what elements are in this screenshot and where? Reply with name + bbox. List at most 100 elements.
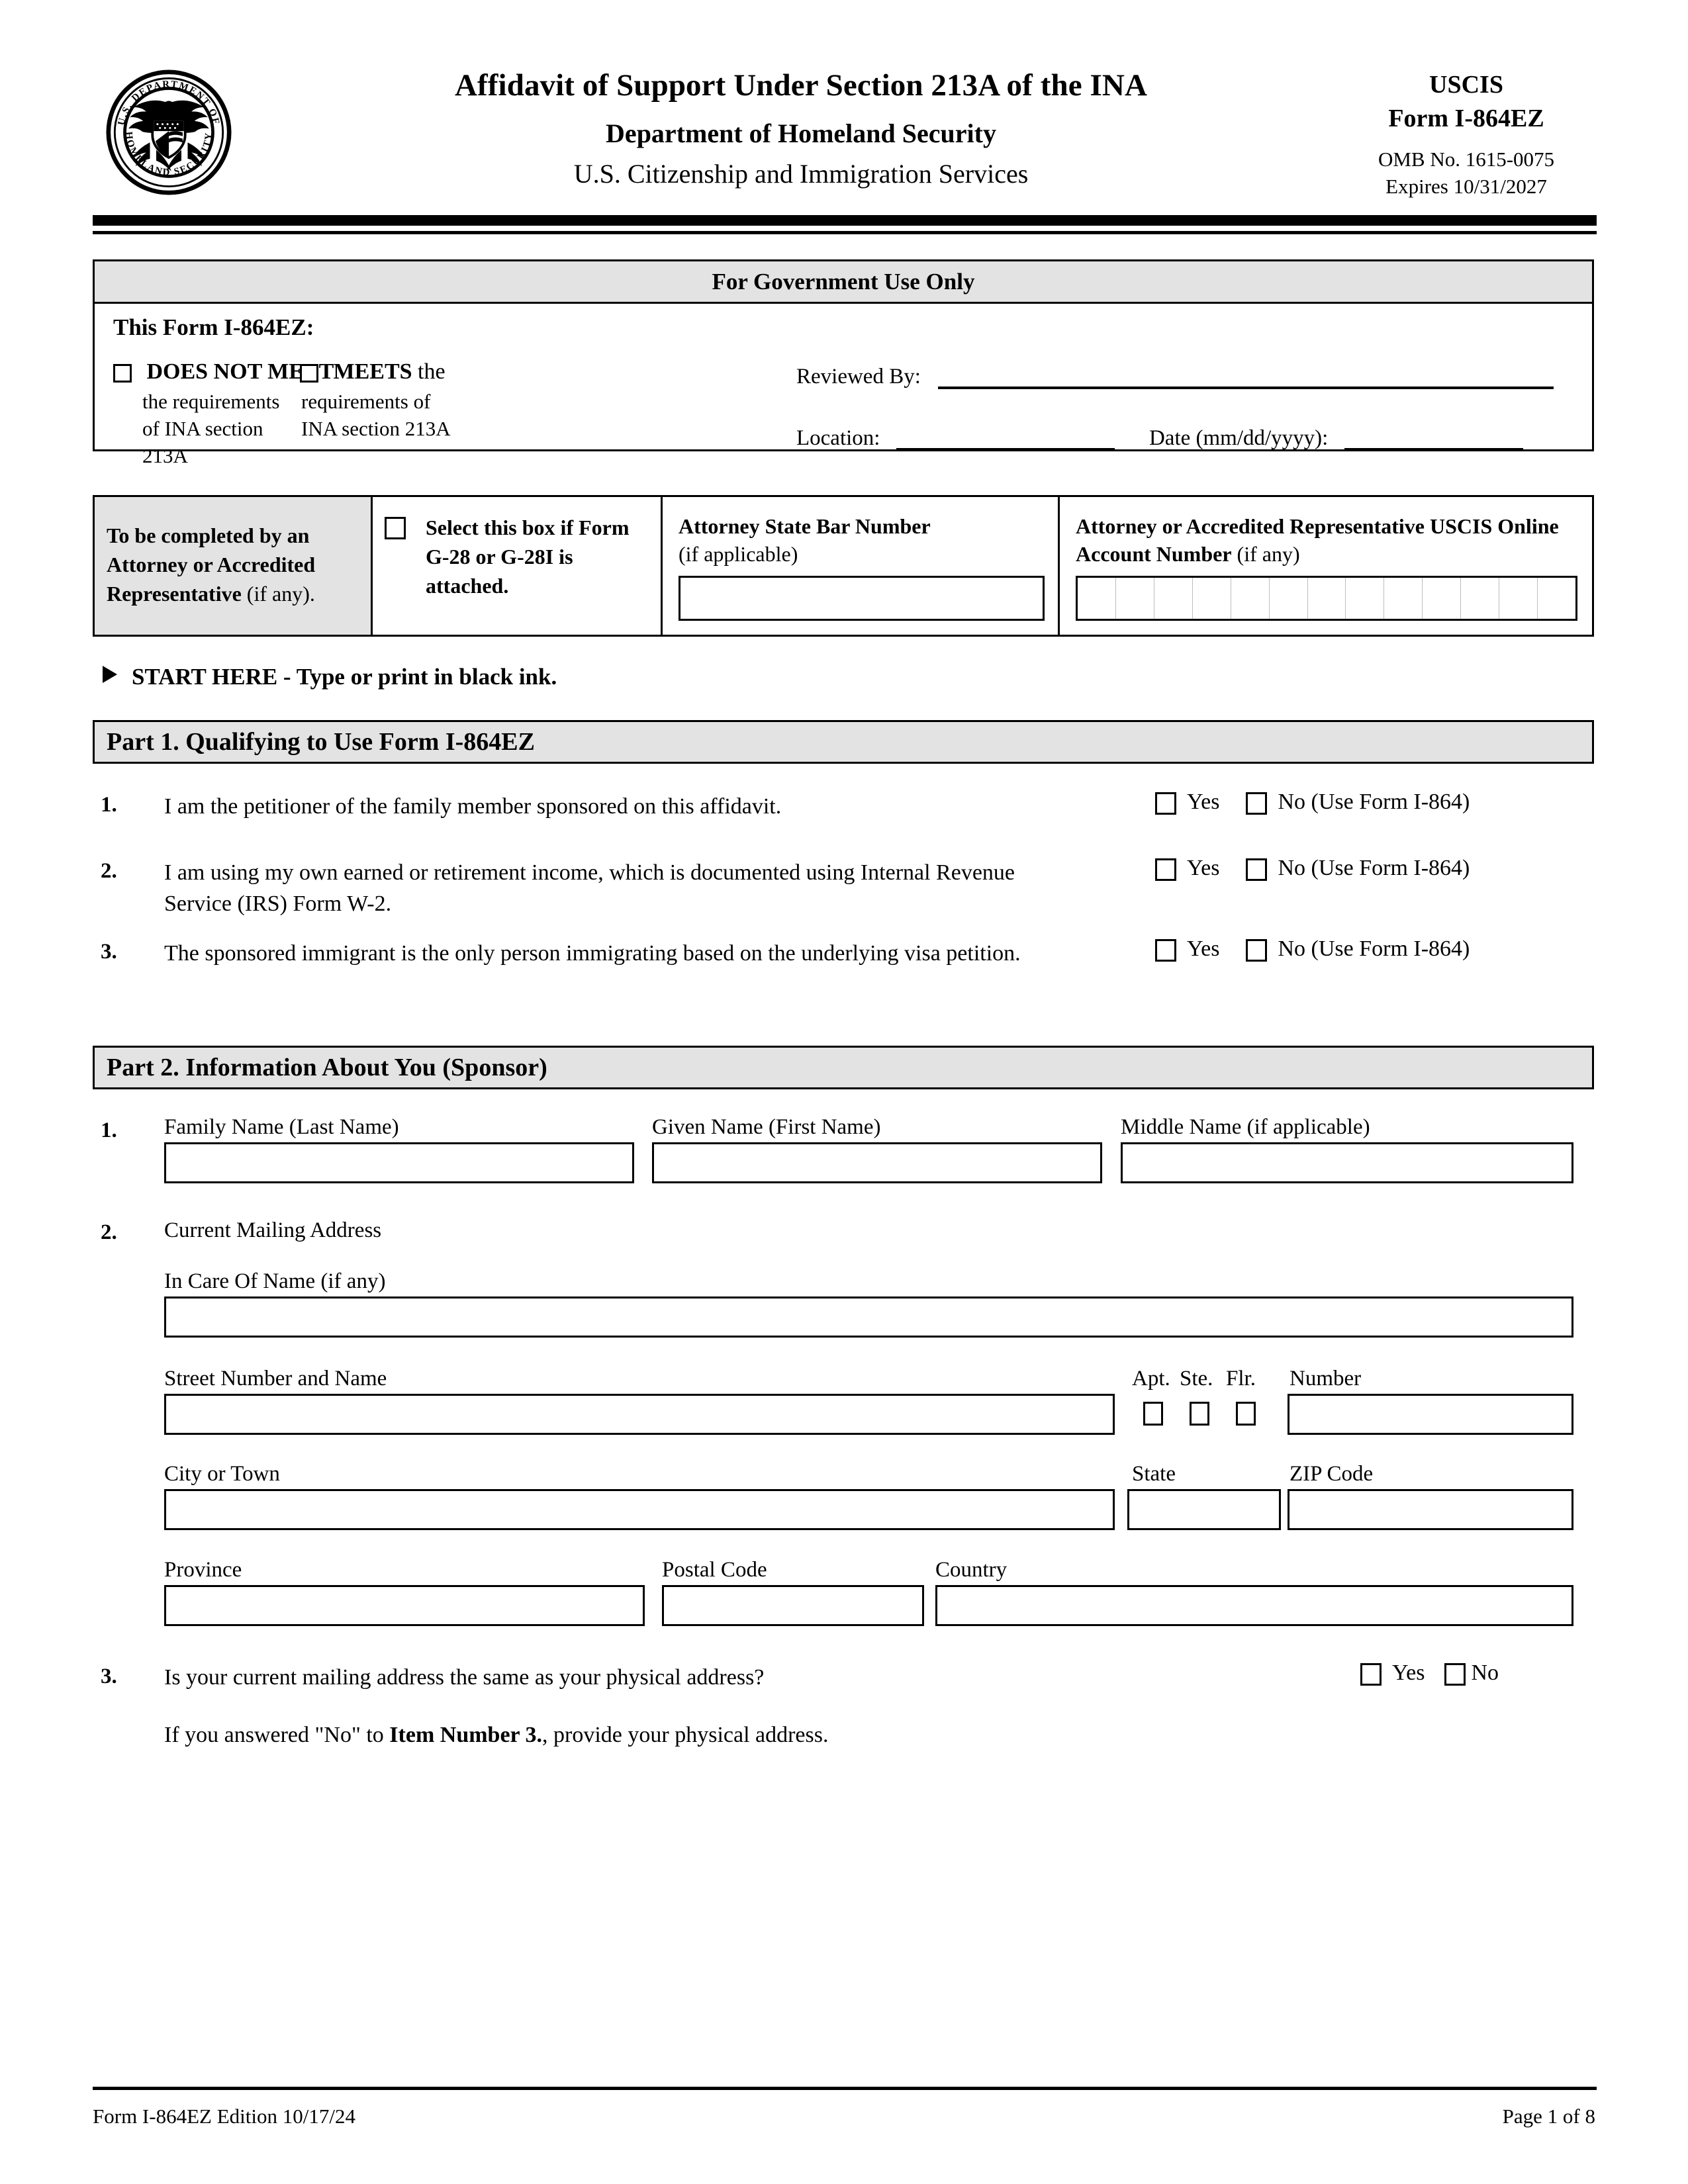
account-number-cell[interactable]: [1499, 578, 1538, 619]
ste-label: Ste.: [1180, 1367, 1213, 1390]
note-bold: Item Number 3.: [389, 1723, 543, 1747]
agency-name: U.S. Citizenship and Immigration Service…: [573, 158, 1029, 189]
meets-label: MEETS: [333, 359, 412, 384]
attorney-online-account-cell: Attorney or Accredited Representative US…: [1060, 497, 1592, 635]
state-input[interactable]: [1127, 1489, 1281, 1530]
country-label: Country: [935, 1558, 1008, 1582]
meets-checkbox[interactable]: [300, 364, 318, 383]
postal-code-input[interactable]: [662, 1585, 924, 1626]
g28-attached-cell[interactable]: Select this box if Form G-28 or G-28I is…: [373, 497, 663, 635]
flr-checkbox[interactable]: [1236, 1402, 1256, 1426]
apt-number-input[interactable]: [1288, 1394, 1573, 1435]
does-not-meet-option[interactable]: DOES NOT MEET the requirements of INA se…: [113, 359, 334, 470]
meets-option[interactable]: MEETS the requirements of INA section 21…: [300, 359, 465, 443]
date-input[interactable]: [1344, 426, 1523, 451]
part1-item2-answer[interactable]: Yes No (Use Form I-864): [1155, 856, 1470, 882]
part1-item1-answer[interactable]: Yes No (Use Form I-864): [1155, 790, 1470, 815]
zip-input[interactable]: [1288, 1489, 1573, 1530]
account-number-cell[interactable]: [1384, 578, 1423, 619]
account-number-cell[interactable]: [1538, 578, 1575, 619]
header-thin-rule: [93, 231, 1597, 234]
ste-checkbox[interactable]: [1190, 1402, 1209, 1426]
part1-item3-yes-checkbox[interactable]: [1155, 939, 1176, 962]
attorney-online-account-label: Attorney or Accredited Representative US…: [1076, 514, 1559, 566]
in-care-of-input[interactable]: [164, 1297, 1573, 1338]
part2-heading: Part 2. Information About You (Sponsor): [93, 1046, 1594, 1089]
part2-item3-note: If you answered "No" to Item Number 3., …: [164, 1723, 829, 1748]
location-input[interactable]: [896, 426, 1115, 451]
reviewed-by-input[interactable]: [938, 364, 1554, 389]
account-number-cell[interactable]: [1308, 578, 1346, 619]
start-here-instruction: START HERE - Type or print in black ink.: [103, 664, 557, 690]
apt-checkbox[interactable]: [1143, 1402, 1163, 1426]
attorney-online-account-input[interactable]: [1076, 576, 1577, 621]
account-number-cell[interactable]: [1461, 578, 1500, 619]
expiration-date: Expires 10/31/2027: [1385, 175, 1547, 199]
account-number-cell[interactable]: [1346, 578, 1385, 619]
part1-item2-text: I am using my own earned or retirement i…: [164, 860, 1015, 916]
page-title: Affidavit of Support Under Section 213A …: [455, 68, 1147, 103]
part2-item1-number: 1.: [101, 1118, 117, 1142]
form-page: U.S. DEPARTMENT OF HOMELAND SECURITY: [0, 0, 1688, 2184]
location-date-row: Location: Date (mm/dd/yyyy):: [796, 426, 1577, 451]
province-input[interactable]: [164, 1585, 645, 1626]
department-name: Department of Homeland Security: [606, 118, 996, 148]
part2-item3-no-checkbox[interactable]: [1444, 1663, 1466, 1686]
street-input[interactable]: [164, 1394, 1115, 1435]
number-label: Number: [1289, 1367, 1362, 1390]
part1-item2-no-checkbox[interactable]: [1246, 858, 1268, 882]
part1-item3-answer[interactable]: Yes No (Use Form I-864): [1155, 936, 1470, 962]
account-number-cell[interactable]: [1154, 578, 1193, 619]
triangle-pointer-icon: [103, 666, 117, 683]
meets-label-tail: the: [418, 359, 445, 384]
account-number-cell[interactable]: [1270, 578, 1308, 619]
agency-abbrev: USCIS: [1429, 71, 1503, 99]
start-here-text: START HERE - Type or print in black ink.: [132, 664, 557, 690]
footer-rule: [93, 2087, 1597, 2090]
flr-label: Flr.: [1226, 1367, 1256, 1390]
country-input[interactable]: [935, 1585, 1573, 1626]
part1-item1-no-checkbox[interactable]: [1246, 792, 1268, 815]
part1-item1-yes-label: Yes: [1187, 790, 1220, 814]
reviewed-by-label: Reviewed By:: [796, 365, 921, 388]
account-number-cell[interactable]: [1078, 578, 1116, 619]
part1-item1-number: 1.: [101, 793, 117, 817]
part1-item3-yes-label: Yes: [1187, 936, 1220, 961]
part2-item3-answer[interactable]: Yes No: [1360, 1661, 1499, 1686]
part2-item3-yes-checkbox[interactable]: [1360, 1663, 1382, 1686]
apt-label: Apt.: [1132, 1367, 1170, 1390]
account-number-cell[interactable]: [1116, 578, 1154, 619]
family-name-label: Family Name (Last Name): [164, 1115, 399, 1139]
part1-item2-yes-checkbox[interactable]: [1155, 858, 1176, 882]
given-name-input[interactable]: [652, 1142, 1102, 1183]
part1-item3-no-checkbox[interactable]: [1246, 939, 1268, 962]
attorney-section: To be completed by an Attorney or Accred…: [93, 495, 1594, 637]
given-name-label: Given Name (First Name): [652, 1115, 881, 1139]
this-form-label: This Form I-864EZ:: [113, 314, 314, 340]
part2-item3-text: Is your current mailing address the same…: [164, 1665, 765, 1690]
postal-code-label: Postal Code: [662, 1558, 767, 1582]
family-name-input[interactable]: [164, 1142, 634, 1183]
street-label: Street Number and Name: [164, 1367, 387, 1390]
government-use-heading: For Government Use Only: [95, 261, 1592, 304]
form-header: U.S. DEPARTMENT OF HOMELAND SECURITY: [93, 63, 1595, 202]
account-number-cell[interactable]: [1231, 578, 1270, 619]
note-prefix: If you answered "No" to: [164, 1723, 390, 1747]
part1-item1-text: I am the petitioner of the family member…: [164, 794, 782, 819]
part1-item1-yes-checkbox[interactable]: [1155, 792, 1176, 815]
zip-label: ZIP Code: [1289, 1462, 1374, 1486]
part2-item2-number: 2.: [101, 1220, 117, 1244]
does-not-meet-checkbox[interactable]: [113, 364, 132, 383]
city-input[interactable]: [164, 1489, 1115, 1530]
government-use-only-box: For Government Use Only This Form I-864E…: [93, 259, 1594, 467]
account-number-cell[interactable]: [1423, 578, 1462, 619]
middle-name-input[interactable]: [1121, 1142, 1573, 1183]
meets-description: requirements of INA section 213A: [301, 390, 451, 440]
current-mailing-address-heading: Current Mailing Address: [164, 1218, 382, 1242]
part1-heading: Part 1. Qualifying to Use Form I-864EZ: [93, 720, 1594, 764]
g28-attached-checkbox[interactable]: [385, 517, 406, 539]
attorney-bar-number-input[interactable]: [679, 576, 1045, 621]
account-number-cell[interactable]: [1193, 578, 1231, 619]
part1-item2-yes-label: Yes: [1187, 856, 1220, 880]
attorney-instruction-cell: To be completed by an Attorney or Accred…: [95, 497, 373, 635]
